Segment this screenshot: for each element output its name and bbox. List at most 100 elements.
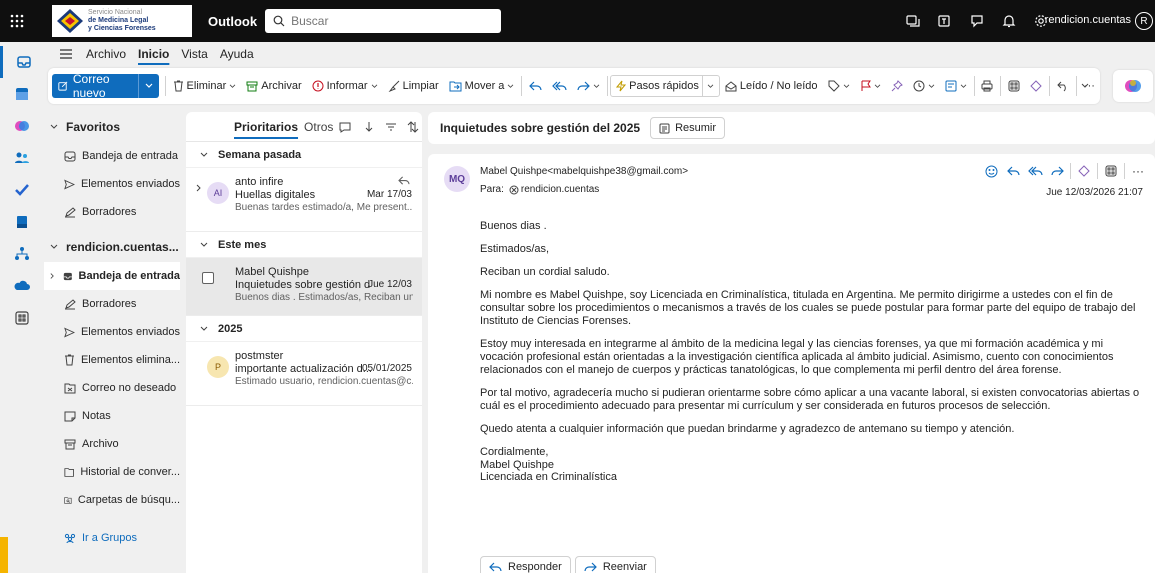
hamburger-icon[interactable]: [52, 49, 80, 59]
fav-inbox-label: Bandeja de entrada: [82, 150, 179, 162]
reply-ribbon-button[interactable]: [524, 81, 547, 92]
menu-vista[interactable]: Vista: [175, 47, 213, 61]
ribbon-expand-button[interactable]: [1076, 83, 1094, 89]
body-paragraph: Estimados/as,: [480, 243, 550, 255]
group-header-last-week[interactable]: Semana pasada: [186, 142, 422, 168]
group-header-2025[interactable]: 2025: [186, 316, 422, 342]
sweep-button[interactable]: Limpiar: [383, 80, 444, 92]
snooze-button[interactable]: [908, 80, 940, 92]
chevron-right-icon[interactable]: [196, 184, 202, 192]
fav-inbox[interactable]: Bandeja de entrada: [44, 142, 180, 170]
junk-folder-icon: [64, 383, 76, 393]
onedrive-app-icon[interactable]: [0, 270, 44, 302]
account-name[interactable]: rendicion.cuentas: [1045, 14, 1131, 26]
diamond-icon[interactable]: [1075, 162, 1093, 180]
rules-button[interactable]: [940, 80, 972, 92]
folder-archive[interactable]: Archivo: [44, 430, 180, 458]
pin-button[interactable]: [886, 80, 908, 92]
folder-inbox[interactable]: Bandeja de entrada: [44, 262, 180, 290]
chevron-down-icon: [145, 83, 153, 88]
reply-all-icon: [552, 81, 567, 90]
onenote-app-icon[interactable]: [0, 206, 44, 238]
more-apps-icon[interactable]: [0, 302, 44, 334]
message-checkbox[interactable]: [202, 272, 214, 284]
report-button[interactable]: Informar: [307, 80, 383, 92]
message-item[interactable]: AI anto infire Huellas digitales Mar 17/…: [186, 168, 422, 232]
search-box[interactable]: [265, 9, 502, 33]
menu-ayuda[interactable]: Ayuda: [214, 47, 260, 61]
todo-app-icon[interactable]: [0, 174, 44, 206]
menu-archivo[interactable]: Archivo: [80, 47, 132, 61]
sender-avatar[interactable]: MQ: [444, 166, 470, 192]
archive-button[interactable]: Archivar: [241, 80, 306, 92]
teams-icon[interactable]: [929, 0, 961, 42]
mail-app-icon[interactable]: [0, 46, 44, 78]
copilot-button[interactable]: [1113, 70, 1153, 102]
apps-grid-icon[interactable]: [1102, 162, 1120, 180]
summarize-button[interactable]: Resumir: [650, 117, 726, 139]
message-item-selected[interactable]: Mabel Quishpe Inquietudes sobre gestión …: [186, 258, 422, 316]
folder-search-folders-label: Carpetas de búsqu...: [77, 494, 180, 506]
flag-button[interactable]: [855, 80, 886, 92]
message-bubble-icon[interactable]: [339, 121, 351, 133]
read-unread-button[interactable]: Leído / No leído: [720, 80, 823, 92]
account-avatar[interactable]: R: [1135, 12, 1153, 30]
folder-search-folders[interactable]: Carpetas de búsqu...: [44, 486, 180, 514]
undo-button[interactable]: [1052, 81, 1074, 92]
quick-steps-dropdown[interactable]: [701, 76, 714, 96]
to-recipient[interactable]: rendicion.cuentas: [521, 184, 599, 195]
emoji-icon[interactable]: [982, 162, 1000, 180]
reply-button[interactable]: Responder: [480, 556, 571, 573]
message-item[interactable]: P postmster importante actualización d..…: [186, 342, 422, 406]
folder-junk[interactable]: Correo no deseado: [44, 374, 180, 402]
app-name[interactable]: Outlook: [208, 14, 257, 29]
immersive-reader-button[interactable]: [1025, 80, 1047, 92]
chevron-down-icon: [928, 84, 934, 88]
copilot-app-icon[interactable]: [0, 110, 44, 142]
quick-steps-button[interactable]: Pasos rápidos: [610, 75, 720, 97]
feedback-icon[interactable]: [961, 0, 993, 42]
group-header-this-month[interactable]: Este mes: [186, 232, 422, 258]
reply-icon[interactable]: [1004, 162, 1022, 180]
categorize-button[interactable]: [823, 80, 855, 92]
go-to-groups-link[interactable]: Ir a Grupos: [44, 524, 180, 552]
people-app-icon[interactable]: [0, 142, 44, 174]
favorites-header[interactable]: Favoritos: [44, 112, 180, 142]
folder-drafts[interactable]: Borradores: [44, 290, 180, 318]
fav-drafts[interactable]: Borradores: [44, 198, 180, 226]
print-button[interactable]: [976, 80, 998, 92]
message-from[interactable]: Mabel Quishpe<mabelquishpe38@gmail.com>: [480, 166, 688, 177]
filter-icon[interactable]: [385, 121, 397, 133]
delete-button[interactable]: Eliminar: [168, 80, 242, 92]
menu-inicio[interactable]: Inicio: [132, 47, 175, 61]
folder-junk-label: Correo no deseado: [82, 382, 177, 394]
search-input[interactable]: [291, 14, 492, 28]
new-mail-button[interactable]: Correo nuevo: [52, 72, 159, 100]
folder-conversation-history[interactable]: Historial de conver...: [44, 458, 180, 486]
forward-icon[interactable]: [1048, 162, 1066, 180]
tab-focused[interactable]: Prioritarios: [234, 120, 298, 134]
move-button[interactable]: Mover a: [444, 80, 520, 92]
meet-now-icon[interactable]: [897, 0, 929, 42]
apps-button[interactable]: [1003, 80, 1025, 92]
organization-logo[interactable]: Servicio Nacional de Medicina Legal y Ci…: [52, 5, 192, 37]
reply-all-ribbon-button[interactable]: [547, 81, 572, 92]
folder-deleted[interactable]: Elementos elimina...: [44, 346, 180, 374]
more-icon[interactable]: ···: [1129, 162, 1147, 180]
reply-all-icon[interactable]: [1026, 162, 1044, 180]
account-header[interactable]: rendicion.cuentas...: [44, 232, 180, 262]
forward-ribbon-button[interactable]: [572, 81, 605, 92]
new-mail-dropdown[interactable]: [137, 74, 153, 98]
reply-label: Responder: [508, 561, 562, 573]
tab-other[interactable]: Otros: [304, 120, 333, 134]
bell-icon[interactable]: [993, 0, 1025, 42]
forward-button[interactable]: Reenviar: [574, 556, 656, 573]
sort-order-icon[interactable]: [407, 120, 419, 133]
app-launcher-icon[interactable]: [0, 0, 34, 42]
folder-sent[interactable]: Elementos enviados: [44, 318, 180, 346]
fav-sent[interactable]: Elementos enviados: [44, 170, 180, 198]
org-explorer-icon[interactable]: [0, 238, 44, 270]
folder-notes[interactable]: Notas: [44, 402, 180, 430]
sort-down-icon[interactable]: [363, 121, 375, 133]
calendar-app-icon[interactable]: [0, 78, 44, 110]
